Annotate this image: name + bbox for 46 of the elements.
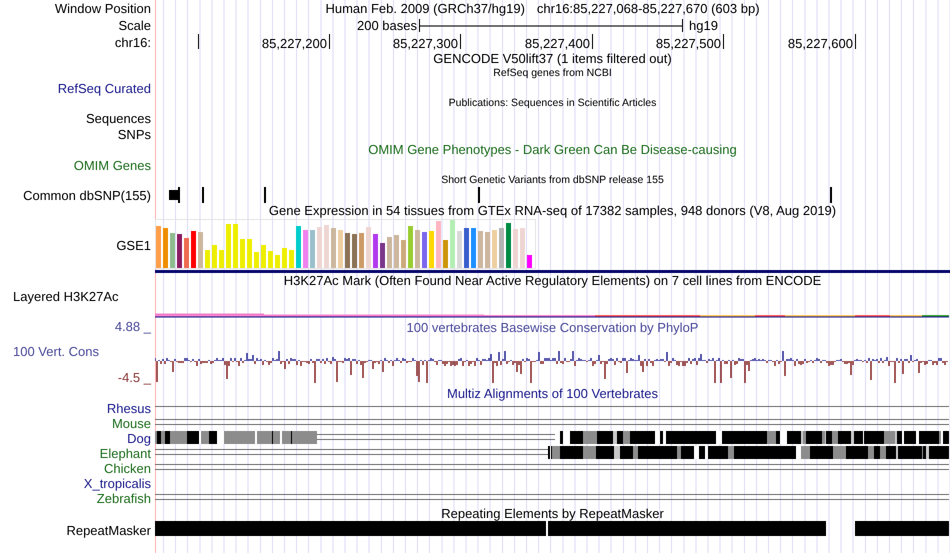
track-title: GENCODE V50lift37 (1 items filtered out)	[433, 52, 672, 65]
genome-position: chr16:85,227,068-85,227,670 (603 bp)	[536, 2, 760, 15]
track-label: GSE1	[116, 238, 151, 253]
track-label: SNPs	[118, 126, 151, 142]
track-title: Repeating Elements by RepeatMasker	[441, 507, 664, 520]
species-label: Mouse	[110, 416, 152, 431]
species-label: Chicken	[103, 461, 152, 476]
track-title: Short Genetic Variants from dbSNP release 155	[441, 174, 664, 186]
scale-length: 200 bases	[357, 19, 417, 32]
track-title: Multiz Alignments of 100 Vertebrates	[446, 387, 658, 400]
axis-max-label: 4.88 _	[114, 320, 152, 333]
track-label: 100 Vert. Cons	[12, 345, 100, 358]
assembly-name: Human Feb. 2009 (GRCh37/hg19)	[325, 2, 525, 15]
species-label: Elephant	[98, 446, 152, 461]
track-label: RepeatMasker	[66, 522, 151, 538]
track-label: Common dbSNP(155)	[23, 188, 151, 202]
track-title: Publications: Sequences in Scientific Articles	[448, 98, 656, 108]
species-label: X_tropicalis	[82, 476, 152, 491]
database-name: hg19	[689, 19, 718, 32]
row-label: Window Position	[54, 1, 151, 16]
track-label: RefSeq Curated	[58, 80, 151, 96]
species-label: Dog	[126, 431, 152, 446]
track-label: OMIM Genes	[74, 158, 151, 172]
track-title: 100 vertebrates Basewise Conservation by PhyloP	[406, 321, 700, 334]
track-title: OMIM Gene Phenotypes - Dark Green Can Be Disease-causing	[368, 143, 737, 156]
track-title: Gene Expression in 54 tissues from GTEx RNA-seq of 17382 samples, 948 donors (V8, Aug 2019)	[268, 204, 836, 217]
species-label: Rhesus	[106, 401, 152, 416]
ruler-label: 85,227,300	[392, 37, 458, 50]
tick-mark	[329, 34, 331, 49]
row-label: Scale	[118, 18, 151, 33]
tick-mark	[592, 34, 594, 49]
ruler-label: 85,227,200	[262, 37, 327, 50]
tick-mark	[855, 34, 857, 49]
track-label: Layered H3K27Ac	[12, 289, 119, 304]
ruler-label: 85,227,400	[524, 37, 590, 50]
axis-min-label: -4.5 _	[116, 371, 152, 384]
tick-mark	[198, 34, 200, 49]
ruler-label: 85,227,600	[788, 37, 853, 50]
species-label: Zebrafish	[96, 491, 152, 506]
track-title: RefSeq genes from NCBI	[493, 68, 612, 78]
track-label: Sequences	[86, 110, 151, 126]
ruler-label: 85,227,500	[656, 37, 721, 50]
tick-mark	[460, 34, 462, 49]
row-label: chr16:	[114, 35, 151, 50]
tick-mark	[723, 34, 725, 49]
track-title: H3K27Ac Mark (Often Found Near Active Regulatory Elements) on 7 cell lines from ENCODE	[284, 274, 822, 287]
